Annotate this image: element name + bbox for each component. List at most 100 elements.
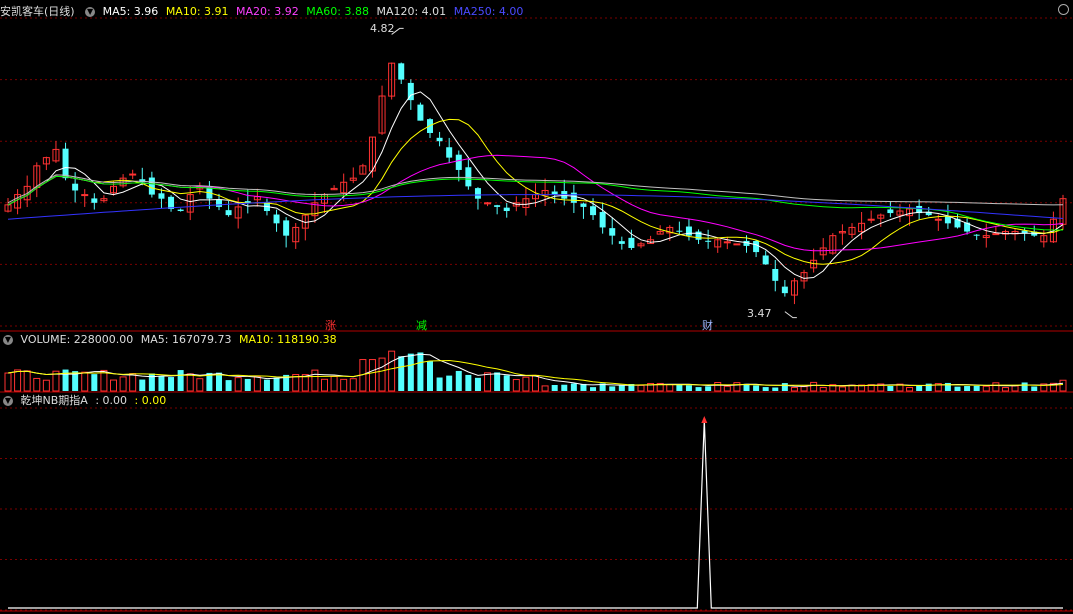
volume-bar-up: [33, 377, 41, 392]
candle-body-down: [580, 203, 587, 207]
candle-body-down: [762, 255, 769, 265]
candle-body-down: [273, 214, 280, 224]
volume-bar-down: [417, 352, 424, 391]
volume-bar-up: [810, 381, 818, 392]
volume-legend: ▼ VOLUME: 228000.00 MA5: 167079.73 MA10:…: [0, 333, 341, 347]
volume-bar-down: [772, 387, 779, 391]
volume-bar-up: [532, 374, 539, 392]
volume-bar-down: [177, 370, 184, 391]
volume-bar-up: [800, 386, 808, 392]
candle-body-up: [934, 218, 942, 221]
volume-bar-up: [196, 378, 204, 392]
candle-body-down: [618, 241, 625, 244]
candle-body-down: [216, 199, 222, 207]
volume-ma10-line: [7, 359, 1064, 387]
marker-zhang: 涨: [325, 319, 336, 332]
volume-bar-up: [1011, 385, 1019, 392]
volume-bar-up: [321, 378, 328, 392]
volume-bar-down: [263, 379, 270, 391]
volume-bar-up: [637, 384, 645, 392]
volume-bar-up: [330, 375, 338, 392]
candle-body-down: [436, 137, 443, 142]
ma60-label: MA60: 3.88: [306, 5, 369, 18]
candle-body-down: [494, 205, 501, 207]
volume-bar-down: [954, 386, 961, 391]
volume-bar-down: [695, 387, 702, 391]
candle-body-up: [129, 173, 137, 176]
volume-bar-up: [714, 382, 722, 392]
volume-bar-down: [436, 377, 443, 391]
candle-body-down: [465, 167, 472, 187]
volume-bar-up: [906, 386, 914, 392]
volume-bar-up: [522, 376, 530, 392]
candle-body-down: [148, 177, 155, 195]
volume-bar-up: [378, 357, 386, 392]
volume-bar-down: [570, 383, 577, 391]
marker-cai: 财: [702, 319, 713, 332]
indicator-value-1: : 0.00: [95, 394, 128, 407]
volume-bar-up: [234, 377, 242, 392]
volume-bar-down: [618, 385, 625, 391]
ma250-label: MA250: 4.00: [453, 5, 524, 18]
volume-bar-down: [244, 378, 251, 391]
indicator-settings-icon[interactable]: ▼: [3, 396, 13, 406]
volume-bar-down: [494, 372, 501, 391]
volume-bar-down: [887, 385, 894, 391]
volume-bar-up: [388, 350, 396, 392]
volume-bar-up: [4, 372, 12, 392]
volume-ma5-line: [7, 353, 1064, 387]
candle-body-down: [283, 220, 290, 236]
volume-bar-up: [186, 373, 194, 392]
volume-bar-up: [368, 359, 376, 392]
settings-icon[interactable]: ▼: [85, 7, 96, 17]
volume-bar-up: [129, 373, 137, 392]
panel-toggle-icon[interactable]: [1058, 4, 1069, 15]
volume-bar-up: [790, 387, 798, 392]
candle-body-up: [81, 194, 89, 197]
volume-bar-down: [551, 384, 558, 391]
volume-bar-up: [119, 376, 127, 392]
volume-bar-down: [561, 384, 568, 391]
volume-bar-down: [407, 353, 414, 391]
volume-bar-down: [139, 379, 146, 391]
indicator-peak-marker: [701, 416, 708, 423]
ma20-label: MA20: 3.92: [236, 5, 299, 18]
candle-body-down: [973, 234, 980, 236]
volume-bar-down: [446, 375, 453, 391]
volume-bar-up: [541, 385, 549, 392]
volume-bar-down: [762, 387, 769, 391]
volume-bar-up: [42, 379, 50, 392]
candle-body-down: [609, 228, 616, 236]
volume-bar-up: [723, 385, 731, 392]
volume-bar-down: [273, 377, 280, 391]
candle-body-down: [590, 206, 597, 216]
volume-bar-down: [158, 376, 165, 391]
candle-body-up: [867, 218, 875, 221]
volume-settings-icon[interactable]: ▼: [3, 335, 13, 345]
volume-bar-up: [1001, 387, 1009, 392]
stock-name: 安凯客车(日线): [0, 5, 75, 18]
volume-bar-down: [398, 356, 405, 391]
volume-bar-down: [465, 374, 472, 391]
candle-body-down: [772, 268, 779, 281]
indicator-name: 乾坤NB期指A: [20, 394, 88, 407]
stock-chart: [0, 17, 1073, 612]
candle-body-down: [177, 209, 184, 212]
volume-bar-up: [838, 386, 846, 392]
volume-bar-down: [964, 386, 971, 391]
candle-body-down: [676, 230, 683, 232]
volume-bar-down: [973, 385, 980, 391]
candle-body-down: [503, 207, 510, 212]
main-legend: 安凯客车(日线) ▼ MA5: 3.96 MA10: 3.91 MA20: 3.…: [0, 5, 527, 19]
volume-bar-up: [512, 379, 520, 392]
candle-body-down: [62, 148, 69, 179]
volume-bar-up: [819, 386, 827, 392]
volume-bar-down: [781, 383, 788, 391]
volume-bar-up: [982, 385, 990, 392]
indicator-line: [8, 419, 1063, 609]
volume-bar-up: [81, 371, 89, 392]
volume-bar-down: [590, 387, 597, 391]
ma5-label: MA5: 3.96: [102, 5, 159, 18]
candle-body-down: [628, 237, 635, 248]
high-price-label: 4.82: [370, 22, 395, 35]
